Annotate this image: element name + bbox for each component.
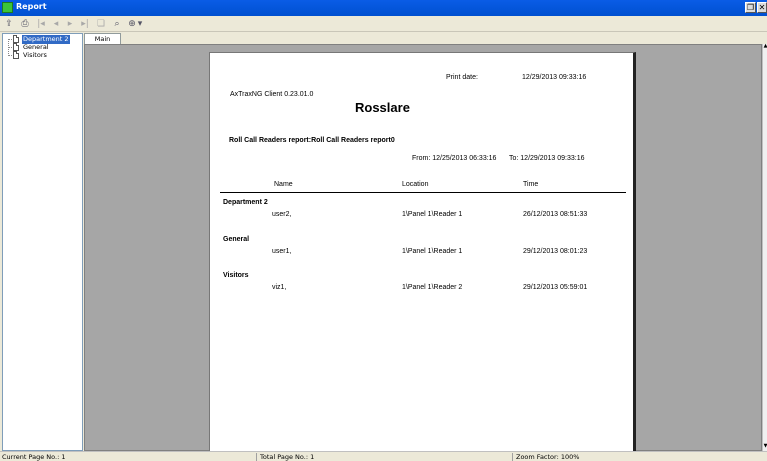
row-location: 1\Panel 1\Reader 1	[402, 248, 463, 255]
group-title: Visitors	[223, 272, 249, 279]
row-time: 26/12/2013 08:51:33	[523, 211, 588, 218]
client-version: AxTraxNG Client 0.23.01.0	[230, 91, 314, 98]
print-icon[interactable]: ⎙	[19, 18, 31, 30]
row-location: 1\Panel 1\Reader 2	[402, 284, 463, 291]
scroll-up-icon[interactable]: ▲	[763, 44, 767, 49]
row-time: 29/12/2013 08:01:23	[523, 248, 588, 255]
find-icon[interactable]: ⌕	[112, 18, 122, 30]
zoom-icon[interactable]: ⊕	[127, 18, 137, 30]
print-date-value: 12/29/2013 09:33:16	[522, 74, 587, 81]
restore-button[interactable]: ❐	[745, 2, 756, 13]
zoom-factor-status: Zoom Factor: 100%	[516, 453, 580, 461]
row-name: user1,	[272, 248, 292, 255]
column-header-time: Time	[523, 181, 539, 188]
tab-main-report[interactable]: Main Report	[84, 33, 121, 53]
document-icon	[13, 51, 19, 59]
report-page: Print date: 12/29/2013 09:33:16 AxTraxNG…	[209, 52, 636, 451]
document-icon	[13, 35, 19, 43]
window-title: Report	[16, 2, 47, 11]
column-header-name: Name	[274, 181, 293, 188]
status-separator	[512, 453, 513, 461]
report-window: Report ❐ ✕ ⇪ ⎙ |◂ ◂ ▸ ▸| ❏ ⌕ ⊕ ▾ Departm…	[0, 0, 767, 461]
date-to: To: 12/29/2013 09:33:16	[509, 155, 585, 162]
toolbar: ⇪ ⎙ |◂ ◂ ▸ ▸| ❏ ⌕ ⊕ ▾	[0, 16, 767, 32]
row-name: viz1,	[272, 284, 287, 291]
row-name: user2,	[272, 211, 292, 218]
report-title: Roll Call Readers report:Roll Call Reade…	[229, 137, 395, 144]
first-page-icon[interactable]: |◂	[36, 18, 46, 30]
print-date-label: Print date:	[446, 74, 478, 81]
zoom-dropdown-icon[interactable]: ▾	[137, 18, 143, 30]
next-page-icon[interactable]: ▸	[66, 18, 74, 30]
company-name: Rosslare	[355, 100, 410, 115]
export-icon[interactable]: ⇪	[4, 18, 14, 30]
group-title: Department 2	[223, 199, 268, 206]
title-bar: Report ❐ ✕	[0, 0, 767, 16]
scroll-down-icon[interactable]: ▼	[763, 444, 767, 449]
copy-icon[interactable]: ❏	[96, 18, 106, 30]
group-tree: Department 2 General Visitors	[2, 33, 83, 451]
status-separator	[256, 453, 257, 461]
document-icon	[13, 43, 19, 51]
group-title: General	[223, 236, 250, 243]
row-time: 29/12/2013 05:59:01	[523, 284, 588, 291]
row-location: 1\Panel 1\Reader 1	[402, 211, 463, 218]
close-button[interactable]: ✕	[757, 2, 767, 13]
app-icon	[2, 2, 13, 13]
vertical-scrollbar[interactable]: ▲ ▼	[762, 44, 767, 451]
date-from: From: 12/25/2013 06:33:16	[412, 155, 497, 162]
tree-item-label: Visitors	[23, 51, 47, 59]
prev-page-icon[interactable]: ◂	[52, 18, 60, 30]
status-bar: Current Page No.: 1 Total Page No.: 1 Zo…	[0, 451, 767, 461]
column-header-location: Location	[402, 181, 429, 188]
total-page-status: Total Page No.: 1	[260, 453, 315, 461]
tree-item-visitors[interactable]: Visitors	[6, 51, 48, 60]
header-divider	[220, 192, 626, 193]
last-page-icon[interactable]: ▸|	[80, 18, 90, 30]
current-page-status: Current Page No.: 1	[2, 453, 66, 461]
